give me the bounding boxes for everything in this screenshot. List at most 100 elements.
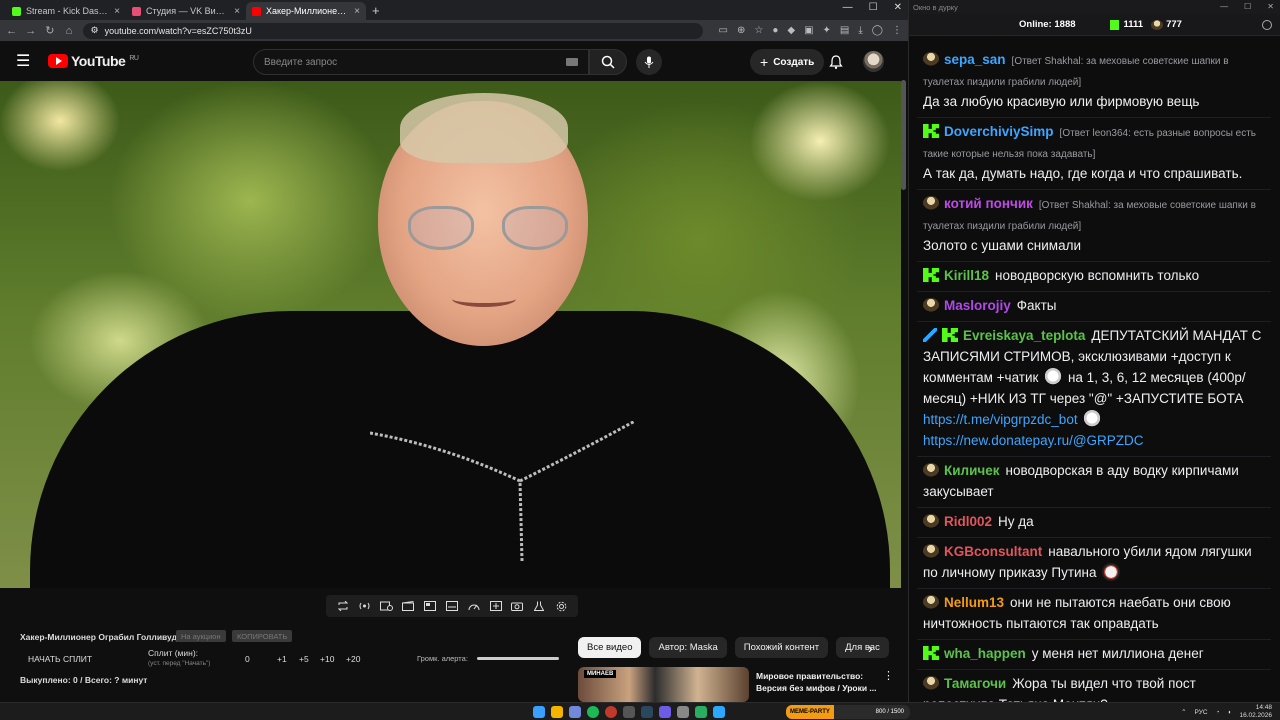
add-caption-icon[interactable] xyxy=(489,601,502,612)
minimize-icon[interactable]: — xyxy=(1220,2,1228,11)
chip-similar[interactable]: Похожий контент xyxy=(734,637,829,658)
split-add-5-button[interactable]: +5 xyxy=(299,654,309,664)
puzzle-icon[interactable]: ✦ xyxy=(823,25,831,36)
tab-close-icon[interactable]: × xyxy=(114,6,120,17)
close-window-icon[interactable]: ✕ xyxy=(894,2,902,13)
lab-icon[interactable] xyxy=(533,601,546,612)
volume-icon[interactable]: ◖ xyxy=(1228,709,1232,716)
app-icon[interactable] xyxy=(695,706,707,718)
chat-username[interactable]: Тамагочи xyxy=(944,676,1006,691)
split-value-0[interactable]: 0 xyxy=(245,654,250,664)
language-indicator[interactable]: РУС xyxy=(1195,709,1208,716)
settings-icon[interactable] xyxy=(555,601,568,612)
address-bar[interactable]: ⚙ youtube.com/watch?v=esZC750t3zU xyxy=(82,22,703,39)
chat-settings-icon[interactable] xyxy=(1262,19,1272,30)
back-icon[interactable]: ← xyxy=(6,25,17,37)
subtitles-icon[interactable] xyxy=(445,601,458,612)
close-window-icon[interactable]: ✕ xyxy=(1267,2,1274,11)
spotify-icon[interactable] xyxy=(587,706,599,718)
chat-username[interactable]: DoverchiviySimp xyxy=(944,124,1054,139)
extension-icon[interactable]: ◆ xyxy=(787,25,795,36)
tab-youtube-video[interactable]: Хакер-Миллионер Ограбил Г... × xyxy=(246,2,366,20)
account-avatar[interactable] xyxy=(863,51,884,72)
create-button[interactable]: + Создать xyxy=(750,49,825,75)
obs-icon[interactable] xyxy=(605,706,617,718)
maximize-icon[interactable]: ☐ xyxy=(869,2,878,13)
chat-username[interactable]: Киличек xyxy=(944,463,1000,478)
split-add-1-button[interactable]: +1 xyxy=(277,654,287,664)
youtube-logo[interactable]: YouTube RU xyxy=(48,53,139,69)
chat-message-list[interactable]: sepa_san [Ответ Shakhal: за меховые совет… xyxy=(917,36,1271,702)
chevron-right-icon[interactable]: › xyxy=(868,640,873,656)
broadcast-icon[interactable] xyxy=(358,601,371,612)
search-input[interactable]: Введите запрос xyxy=(253,49,589,75)
meme-party-widget[interactable]: MEME-PARTY 800 / 1500 xyxy=(786,705,910,719)
tab-kick-dashboard[interactable]: Stream - Kick Dashboard × xyxy=(6,2,126,20)
maximize-icon[interactable]: ☐ xyxy=(1244,2,1251,11)
extension-icon[interactable]: ▣ xyxy=(804,25,813,36)
pip-icon[interactable] xyxy=(424,601,437,612)
reload-icon[interactable]: ↻ xyxy=(44,24,55,37)
discord-icon[interactable] xyxy=(569,706,581,718)
recommended-thumbnail[interactable]: МИНАЕВ xyxy=(578,667,749,702)
site-info-icon[interactable]: ⚙ xyxy=(91,25,99,36)
minimize-icon[interactable]: — xyxy=(843,2,853,13)
video-player[interactable] xyxy=(0,81,901,588)
forward-icon[interactable]: → xyxy=(25,25,36,37)
media-player-icon[interactable] xyxy=(659,706,671,718)
chat-username[interactable]: Ridl002 xyxy=(944,514,992,529)
voice-search-button[interactable] xyxy=(636,49,662,75)
telegram-icon[interactable] xyxy=(713,706,725,718)
tab-search-icon[interactable]: ▤ xyxy=(840,25,849,36)
chat-username[interactable]: Kirill18 xyxy=(944,268,989,283)
hamburger-menu-icon[interactable]: ☰ xyxy=(16,51,36,71)
tray-overflow-icon[interactable]: ⌃ xyxy=(1181,708,1186,716)
chat-username[interactable]: sepa_san xyxy=(944,52,1006,67)
clapper-icon[interactable] xyxy=(402,601,415,612)
donatepay-link[interactable]: https://new.donatepay.ru/@GRPZDC xyxy=(923,433,1144,448)
extension-icon[interactable]: ● xyxy=(772,25,778,36)
profile-icon[interactable]: ◯ xyxy=(872,25,883,36)
clock[interactable]: 14:48 16.02.2026 xyxy=(1239,704,1272,720)
more-options-icon[interactable]: ⋮ xyxy=(883,669,894,682)
alert-volume-slider[interactable] xyxy=(477,657,559,660)
chat-username[interactable]: Evreiskaya_teplota xyxy=(963,328,1085,343)
split-add-20-button[interactable]: +20 xyxy=(346,654,360,664)
tab-close-icon[interactable]: × xyxy=(234,6,240,17)
chat-username[interactable]: Maslorojiy xyxy=(944,298,1011,313)
home-icon[interactable]: ⌂ xyxy=(63,25,74,37)
speed-icon[interactable] xyxy=(467,601,480,612)
camera-list-icon[interactable] xyxy=(380,601,394,612)
recommended-video[interactable]: МИНАЕВ Мировое правительство: Версия без… xyxy=(578,667,898,702)
telegram-bot-link[interactable]: https://t.me/vipgrpzdc_bot xyxy=(923,412,1078,427)
start-menu-icon[interactable] xyxy=(533,706,545,718)
chip-for-you[interactable]: Для вас xyxy=(836,637,889,658)
chrome-icon[interactable] xyxy=(551,706,563,718)
chip-all-videos[interactable]: Все видео xyxy=(578,637,642,658)
copy-button[interactable]: КОПИРОВАТЬ xyxy=(232,630,293,642)
steam-icon[interactable] xyxy=(641,706,653,718)
app-icon[interactable] xyxy=(623,706,635,718)
zoom-icon[interactable]: ⊕ xyxy=(737,25,745,36)
search-button[interactable] xyxy=(589,49,627,75)
cast-icon[interactable]: ▭ xyxy=(719,25,728,36)
start-split-button[interactable]: НАЧАТЬ СПЛИТ xyxy=(28,654,92,664)
loop-icon[interactable] xyxy=(336,601,349,612)
tab-close-icon[interactable]: × xyxy=(354,6,360,17)
chat-username[interactable]: котий пончик xyxy=(944,196,1033,211)
split-add-10-button[interactable]: +10 xyxy=(320,654,334,664)
network-icon[interactable]: ◔ xyxy=(1216,709,1220,716)
recommended-title[interactable]: Мировое правительство: Версия без мифов … xyxy=(756,670,886,694)
new-tab-button[interactable]: + xyxy=(366,3,386,20)
menu-dots-icon[interactable]: ⋮ xyxy=(892,25,902,36)
app-icon[interactable] xyxy=(677,706,689,718)
chip-author[interactable]: Автор: Maska xyxy=(649,637,727,658)
download-icon[interactable]: ⤓ xyxy=(858,25,862,36)
chat-username[interactable]: Nellum13 xyxy=(944,595,1004,610)
auction-button[interactable]: На аукцион xyxy=(176,630,226,642)
keyboard-icon[interactable] xyxy=(566,58,578,66)
chat-username[interactable]: KGBconsultant xyxy=(944,544,1042,559)
screenshot-icon[interactable] xyxy=(511,601,524,612)
tab-vk-studio[interactable]: Студия — VK Видео Live × xyxy=(126,2,246,20)
chat-username[interactable]: wha_happen xyxy=(944,646,1026,661)
